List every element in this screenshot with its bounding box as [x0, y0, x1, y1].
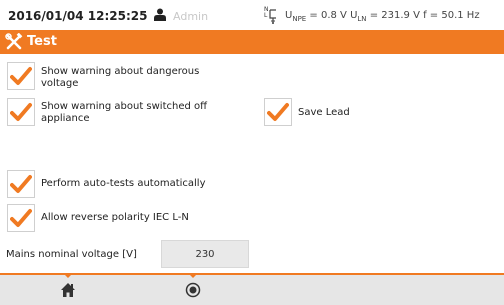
checkbox-dangerous-voltage-warning[interactable] — [7, 62, 35, 90]
check-icon — [267, 103, 289, 121]
page-title: Test — [27, 34, 57, 49]
check-icon — [10, 103, 32, 121]
record-tab-marker — [188, 273, 198, 278]
label-reverse-polarity: Allow reverse polarity IEC L-N — [41, 212, 189, 223]
checkbox-switched-off-warning[interactable] — [7, 98, 35, 126]
svg-text:L: L — [264, 12, 268, 19]
checkbox-save-lead[interactable] — [264, 98, 292, 126]
label-switched-off-warning: Show warning about switched off appliance — [41, 101, 208, 124]
check-icon — [10, 67, 32, 85]
label-dangerous-voltage-warning: Show warning about dangerous voltage — [41, 66, 200, 89]
user-icon — [154, 8, 166, 21]
status-bar: 2016/01/04 12:25:25 Admin N L UNPE = 0.8… — [0, 0, 504, 30]
plug-icon: N L — [264, 6, 276, 24]
record-icon[interactable] — [185, 282, 201, 298]
home-tab-marker — [63, 273, 73, 278]
tools-icon — [5, 33, 23, 50]
check-icon — [10, 209, 32, 227]
mains-voltage-field[interactable]: 230 — [161, 240, 249, 268]
label-save-lead: Save Lead — [298, 107, 350, 118]
voltage-readings: UNPE = 0.8 V ULN = 231.9 V f = 50.1 Hz — [285, 10, 480, 23]
check-icon — [10, 175, 32, 193]
mains-voltage-label: Mains nominal voltage [V] — [6, 249, 137, 260]
datetime: 2016/01/04 12:25:25 — [8, 9, 148, 23]
home-icon[interactable] — [60, 282, 76, 298]
title-bar — [0, 30, 504, 54]
checkbox-auto-tests[interactable] — [7, 170, 35, 198]
checkbox-reverse-polarity[interactable] — [7, 204, 35, 232]
user-name: Admin — [173, 10, 209, 23]
label-auto-tests: Perform auto-tests automatically — [41, 178, 206, 189]
